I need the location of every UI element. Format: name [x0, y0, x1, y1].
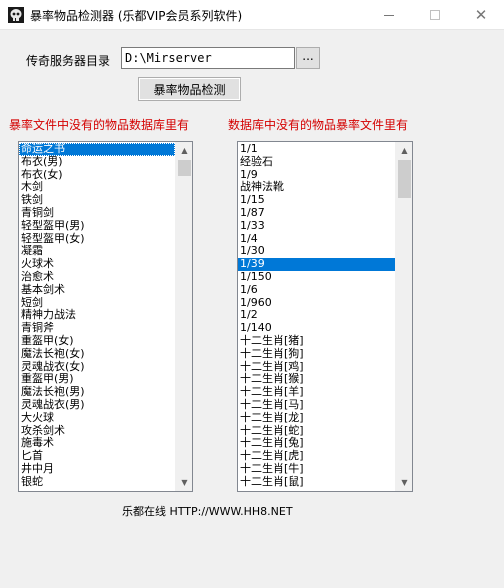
list-item[interactable]: 十二生肖[猪]: [238, 334, 395, 348]
list-item[interactable]: 重盔甲(女): [19, 334, 175, 348]
list-item[interactable]: 大火球: [19, 411, 175, 425]
maximize-icon: [430, 10, 440, 20]
left-list-label: 暴率文件中没有的物品数据库里有: [9, 118, 190, 132]
list-item[interactable]: 1/6: [238, 283, 395, 297]
footer-link-text: 乐都在线 HTTP://WWW.HH8.NET: [122, 505, 293, 518]
list-item[interactable]: 轻型盔甲(男): [19, 219, 175, 233]
list-item[interactable]: 经验石: [238, 155, 395, 169]
list-item[interactable]: 治愈术: [19, 270, 175, 284]
skull-app-icon: [8, 7, 24, 23]
minimize-icon: [384, 14, 394, 16]
close-icon: ✕: [474, 6, 488, 24]
browse-button[interactable]: ...: [296, 47, 320, 69]
list-item[interactable]: 十二生肖[马]: [238, 398, 395, 412]
list-item[interactable]: 灵魂战衣(男): [19, 398, 175, 412]
list-item[interactable]: 十二生肖[牛]: [238, 462, 395, 476]
left-list-scrollbar[interactable]: ▲ ▼: [175, 142, 192, 491]
list-item[interactable]: 1/87: [238, 206, 395, 220]
list-item[interactable]: 井中月: [19, 462, 175, 476]
right-list-items: 1/1 经验石 1/9 战神法靴 1/15 1/87 1/33 1/4 1/30 1/39 1/15…: [238, 142, 395, 491]
list-item[interactable]: 十二生肖[狗]: [238, 347, 395, 361]
list-item[interactable]: 1/150: [238, 270, 395, 284]
list-item[interactable]: 十二生肖[鼠]: [238, 475, 395, 489]
list-item[interactable]: 银蛇: [19, 475, 175, 489]
scroll-down-icon[interactable]: ▼: [396, 474, 412, 491]
scroll-up-icon[interactable]: ▲: [396, 142, 412, 159]
title-bar[interactable]: 暴率物品检测器 (乐都VIP会员系列软件) ✕: [0, 0, 504, 30]
missing-in-database-list[interactable]: 1/1 经验石 1/9 战神法靴 1/15 1/87 1/33 1/4 1/30 1/39 1/15…: [237, 141, 413, 492]
close-button[interactable]: ✕: [458, 0, 504, 30]
right-list-scrollbar[interactable]: ▲ ▼: [395, 142, 412, 491]
maximize-button[interactable]: [412, 0, 458, 30]
right-list-label: 数据库中没有的物品暴率文件里有: [228, 118, 409, 132]
list-item[interactable]: 魔法长袍(女): [19, 347, 175, 361]
server-directory-label: 传奇服务器目录: [26, 54, 111, 68]
scroll-up-icon[interactable]: ▲: [176, 142, 192, 159]
scroll-down-icon[interactable]: ▼: [176, 474, 192, 491]
list-item[interactable]: 十二生肖[龙]: [238, 411, 395, 425]
list-item[interactable]: 1/1: [238, 142, 395, 156]
list-item[interactable]: 青铜剑: [19, 206, 175, 220]
missing-in-droprate-list[interactable]: 命运之书 布衣(男) 布衣(女) 木剑 铁剑 青铜剑 轻型盔甲(男) 轻型盔甲(女) 凝霜 火球术…: [18, 141, 193, 492]
left-list-items: 命运之书 布衣(男) 布衣(女) 木剑 铁剑 青铜剑 轻型盔甲(男) 轻型盔甲(女) 凝霜 火球术…: [19, 142, 175, 491]
scroll-thumb[interactable]: [398, 160, 411, 198]
minimize-button[interactable]: [366, 0, 412, 30]
scroll-thumb[interactable]: [178, 160, 191, 176]
list-item[interactable]: 命运之书: [19, 142, 175, 156]
list-item[interactable]: 1/33: [238, 219, 395, 233]
list-item[interactable]: 匕首: [19, 449, 175, 463]
list-item[interactable]: 十二生肖[虎]: [238, 449, 395, 463]
check-items-button[interactable]: 暴率物品检测: [138, 77, 241, 101]
list-item[interactable]: 1/960: [238, 296, 395, 310]
server-directory-input[interactable]: D:\Mirserver: [121, 47, 295, 69]
window-title: 暴率物品检测器 (乐都VIP会员系列软件): [30, 9, 243, 23]
list-item[interactable]: 基本剑术: [19, 283, 175, 297]
list-item[interactable]: 布衣(男): [19, 155, 175, 169]
